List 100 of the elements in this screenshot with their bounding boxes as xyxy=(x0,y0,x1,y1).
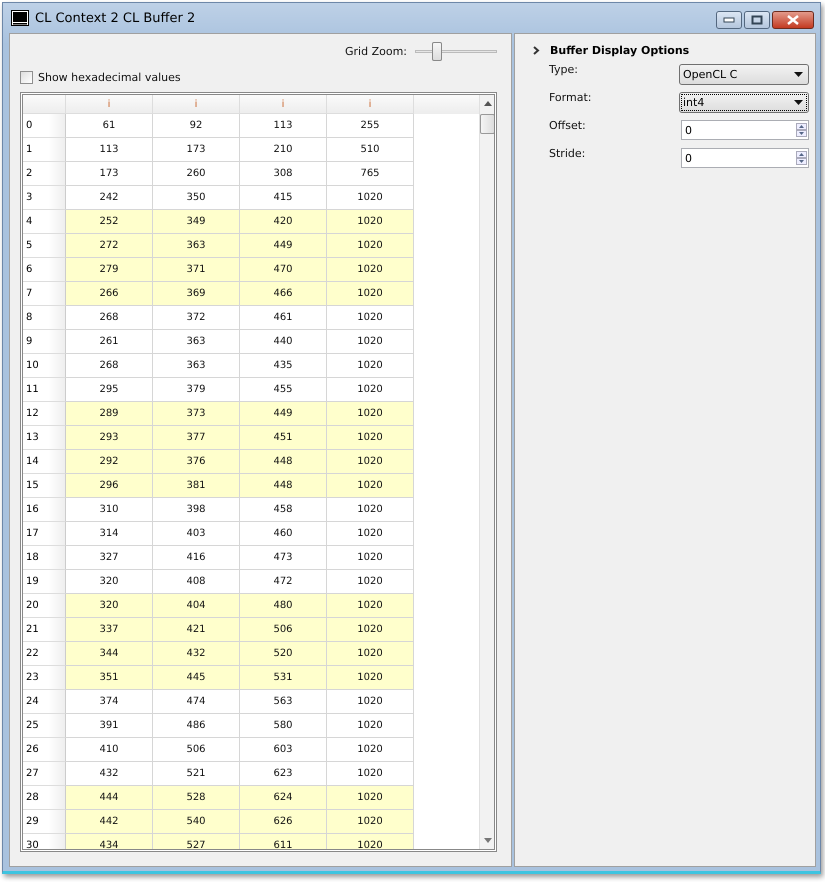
table-cell: 1020 xyxy=(327,402,414,426)
table-cell: 474 xyxy=(153,690,240,714)
row-header: 23 xyxy=(23,666,66,690)
table-cell: 376 xyxy=(153,450,240,474)
minimize-button[interactable] xyxy=(716,11,742,29)
table-cell: 1020 xyxy=(327,450,414,474)
table-cell: 451 xyxy=(240,426,327,450)
table-cell: 1020 xyxy=(327,378,414,402)
row-header: 7 xyxy=(23,282,66,306)
row-header: 3 xyxy=(23,186,66,210)
table-cell: 1020 xyxy=(327,234,414,258)
table-cell: 470 xyxy=(240,258,327,282)
row-header: 27 xyxy=(23,762,66,786)
field-label: Offset: xyxy=(549,119,586,132)
table-cell: 398 xyxy=(153,498,240,522)
number-field[interactable]: 0 xyxy=(681,148,809,168)
table-cell: 440 xyxy=(240,330,327,354)
scroll-thumb[interactable] xyxy=(480,114,494,134)
app-logo-icon xyxy=(11,10,29,26)
table-cell: 314 xyxy=(66,522,153,546)
table-cell: 473 xyxy=(240,546,327,570)
section-title: Buffer Display Options xyxy=(550,44,690,57)
table-cell: 1020 xyxy=(327,570,414,594)
table-cell: 1020 xyxy=(327,306,414,330)
table-cell: 442 xyxy=(66,810,153,834)
table-cell: 268 xyxy=(66,354,153,378)
table-cell: 320 xyxy=(66,594,153,618)
table-cell: 510 xyxy=(327,138,414,162)
table-cell: 1020 xyxy=(327,762,414,786)
spin-up-icon[interactable] xyxy=(796,151,807,158)
checkbox[interactable] xyxy=(20,70,33,84)
close-icon xyxy=(786,15,800,25)
row-header: 24 xyxy=(23,690,66,714)
table-cell: 603 xyxy=(240,738,327,762)
table-cell: 404 xyxy=(153,594,240,618)
table-cell: 421 xyxy=(153,618,240,642)
table-cell: 521 xyxy=(153,762,240,786)
table-cell: 420 xyxy=(240,210,327,234)
table-cell: 374 xyxy=(66,690,153,714)
grid-zoom-slider[interactable] xyxy=(415,42,497,60)
number-field[interactable]: 0 xyxy=(681,120,809,140)
table-cell: 1020 xyxy=(327,738,414,762)
row-header: 16 xyxy=(23,498,66,522)
table-cell: 415 xyxy=(240,186,327,210)
row-header: 25 xyxy=(23,714,66,738)
spin-down-icon[interactable] xyxy=(796,130,807,137)
table-cell: 363 xyxy=(153,330,240,354)
field-label: Type: xyxy=(549,63,578,76)
dropdown[interactable]: OpenCL C xyxy=(679,64,809,84)
table-cell: 444 xyxy=(66,786,153,810)
spin-down-icon[interactable] xyxy=(796,158,807,165)
table-cell: 449 xyxy=(240,402,327,426)
slider-thumb[interactable] xyxy=(432,42,442,60)
table-cell: 350 xyxy=(153,186,240,210)
table-cell: 449 xyxy=(240,234,327,258)
table-cell: 1020 xyxy=(327,810,414,834)
table-cell: 1020 xyxy=(327,690,414,714)
row-header: 17 xyxy=(23,522,66,546)
table-cell: 1020 xyxy=(327,834,414,849)
table-cell: 327 xyxy=(66,546,153,570)
table-cell: 113 xyxy=(66,138,153,162)
table-cell: 381 xyxy=(153,474,240,498)
dropdown-arrow-icon xyxy=(794,72,803,76)
table-cell: 349 xyxy=(153,210,240,234)
table-cell: 1020 xyxy=(327,618,414,642)
table-cell: 1020 xyxy=(327,474,414,498)
table-cell: 1020 xyxy=(327,714,414,738)
table-cell: 461 xyxy=(240,306,327,330)
table-cell: 623 xyxy=(240,762,327,786)
table-cell: 363 xyxy=(153,234,240,258)
table-cell: 1020 xyxy=(327,594,414,618)
table-cell: 480 xyxy=(240,594,327,618)
table-cell: 1020 xyxy=(327,498,414,522)
table-cell: 455 xyxy=(240,378,327,402)
table-cell: 61 xyxy=(66,114,153,138)
vertical-scrollbar[interactable] xyxy=(479,95,494,849)
scroll-up-icon[interactable] xyxy=(484,101,492,106)
spin-up-icon[interactable] xyxy=(796,123,807,130)
table-cell: 432 xyxy=(66,762,153,786)
table-cell: 435 xyxy=(240,354,327,378)
scroll-down-icon[interactable] xyxy=(484,838,492,843)
table-cell: 173 xyxy=(66,162,153,186)
table-cell: 363 xyxy=(153,354,240,378)
table-cell: 540 xyxy=(153,810,240,834)
table-cell: 528 xyxy=(153,786,240,810)
expander-icon[interactable] xyxy=(533,46,541,55)
table-cell: 408 xyxy=(153,570,240,594)
table-cell: 520 xyxy=(240,642,327,666)
checkbox-label: Show hexadecimal values xyxy=(38,70,181,84)
maximize-icon xyxy=(751,15,763,25)
row-header: 19 xyxy=(23,570,66,594)
table-cell: 242 xyxy=(66,186,153,210)
close-button[interactable] xyxy=(772,11,814,29)
dropdown[interactable]: int4 xyxy=(679,92,809,112)
row-header: 28 xyxy=(23,786,66,810)
grid-zoom-label: Grid Zoom: xyxy=(345,44,407,58)
row-header: 5 xyxy=(23,234,66,258)
table-cell: 371 xyxy=(153,258,240,282)
table-cell: 210 xyxy=(240,138,327,162)
maximize-button[interactable] xyxy=(744,11,770,29)
